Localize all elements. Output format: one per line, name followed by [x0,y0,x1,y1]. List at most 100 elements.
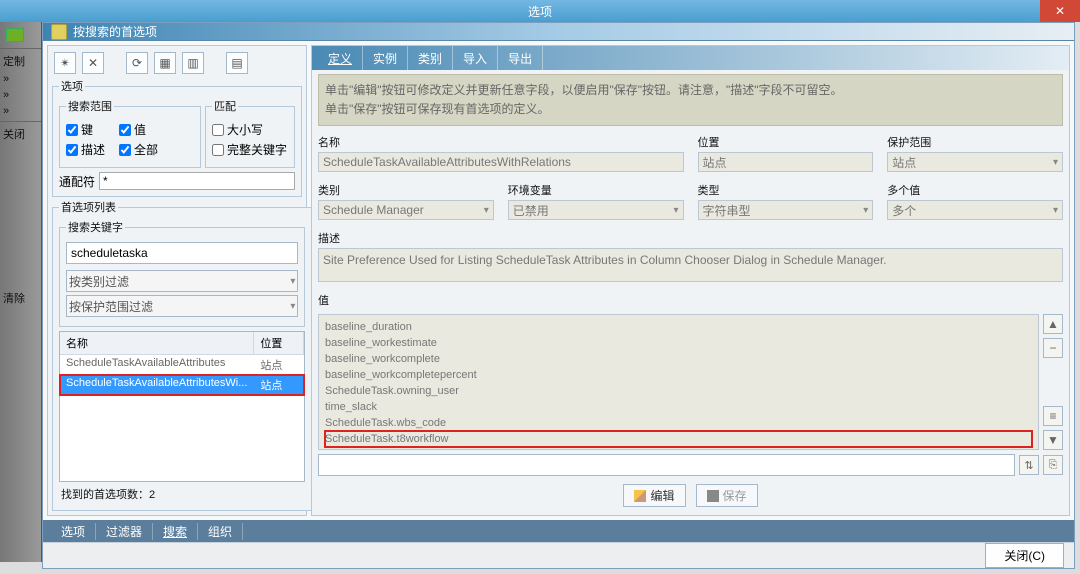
lbl-all: 全部 [134,141,158,158]
info-banner: 单击"编辑"按钮可修改定义并更新任意字段，以便启用"保存"按钮。请注意，"描述"… [318,74,1063,126]
lbl-protect: 保护范围 [887,134,1063,150]
val-down-button[interactable]: ▼ [1043,430,1063,450]
keyword-input[interactable] [66,242,298,264]
th-name[interactable]: 名称 [60,332,254,354]
sidebar-icon[interactable] [6,28,24,42]
th-loc[interactable]: 位置 [254,332,304,354]
edit-button[interactable]: 编辑 [623,484,685,507]
fld-env[interactable]: 已禁用▾ [508,200,684,220]
lbl-desc: 描述 [318,230,1063,246]
filter-category-select[interactable]: 按类别过滤▾ [66,270,298,292]
outer-close-button[interactable]: ✕ [1040,0,1080,22]
val-sort-button[interactable]: ⇅ [1019,455,1039,475]
value-add-input[interactable] [318,454,1015,476]
scope-legend: 搜索范围 [66,98,114,114]
keyword-legend: 搜索关键字 [66,219,125,235]
chk-desc[interactable] [66,144,78,156]
list-item[interactable]: baseline_workcomplete [325,351,1032,367]
tab-instance[interactable]: 实例 [363,46,408,70]
chevron-down-icon: ▾ [1053,157,1058,168]
sidebar-arrow2[interactable]: » [3,89,38,101]
wildcard-input[interactable] [99,172,295,190]
sidebar-custom[interactable]: 定制 [3,53,38,69]
fld-multi[interactable]: 多个▾ [887,200,1063,220]
lbl-type: 类型 [698,182,874,198]
val-remove-button[interactable]: − [1043,338,1063,358]
pref-table-head: 名称 位置 [60,332,304,355]
app-sidebar: 定制 » » » 关闭 清除 [0,22,42,562]
pref-table: 名称 位置 ScheduleTaskAvailableAttributes 站点… [59,331,305,482]
tab-definition[interactable]: 定义 [318,46,363,70]
filter-scope-select[interactable]: 按保护范围过滤▾ [66,295,298,317]
tb-grid1-icon[interactable]: ▦ [154,52,176,74]
tb-new-icon[interactable]: ✴ [54,52,76,74]
tb-delete-icon[interactable]: ✕ [82,52,104,74]
lbl-loc: 位置 [698,134,874,150]
tab-export[interactable]: 导出 [498,46,543,70]
options-dialog: 按搜索的首选项 ✴ ✕ ⟳ ▦ ▥ ▤ [42,22,1075,569]
dialog-icon [51,24,67,40]
btab-filter[interactable]: 过滤器 [96,523,153,540]
lbl-case: 大小写 [227,121,263,138]
left-toolbar: ✴ ✕ ⟳ ▦ ▥ ▤ [52,50,302,76]
chk-key[interactable] [66,124,78,136]
tab-import[interactable]: 导入 [453,46,498,70]
lbl-whole: 完整关键字 [227,141,287,158]
chevron-down-icon: ▾ [484,205,489,216]
lbl-multi: 多个值 [887,182,1063,198]
chk-all[interactable] [119,144,131,156]
sidebar-arrow3[interactable]: » [3,105,38,117]
bottom-tabbar: 选项 过滤器 搜索 组织 [43,520,1074,542]
save-button: 保存 [696,484,758,507]
right-panel: 定义 实例 类别 导入 导出 单击"编辑"按钮可修改定义并更新任意字段，以便启用… [311,45,1070,516]
sidebar-clear[interactable]: 清除 [3,290,38,306]
values-listbox[interactable]: baseline_duration baseline_workestimate … [318,314,1039,450]
list-item[interactable]: ScheduleTask.wbs_code [325,415,1032,431]
lbl-name: 名称 [318,134,684,150]
dialog-close-button[interactable]: 关闭(C) [985,543,1064,568]
fld-cat[interactable]: Schedule Manager▾ [318,200,494,220]
val-mid-button[interactable]: ≡ [1043,406,1063,426]
btab-search[interactable]: 搜索 [153,523,198,540]
fld-type[interactable]: 字符串型▾ [698,200,874,220]
list-item[interactable]: ScheduleTask.owning_user [325,383,1032,399]
fld-protect[interactable]: 站点▾ [887,152,1063,172]
sidebar-arrow1[interactable]: » [3,73,38,85]
match-fieldset: 匹配 大小写 完整关键字 [205,98,295,168]
keyword-fieldset: 搜索关键字 按类别过滤▾ 按保护范围过滤▾ [59,219,305,327]
chk-whole[interactable] [212,144,224,156]
match-legend: 匹配 [212,98,238,114]
lbl-value: 值 [134,121,146,138]
list-item[interactable]: ScheduleTask.t8workflow [325,431,1032,447]
left-panel: ✴ ✕ ⟳ ▦ ▥ ▤ 选项 搜索范围 [47,45,307,516]
options-fieldset: 选项 搜索范围 键 描述 值 [52,78,302,197]
btab-options[interactable]: 选项 [51,523,96,540]
list-item[interactable]: baseline_duration [325,319,1032,335]
btab-org[interactable]: 组织 [198,523,243,540]
tb-grid3-icon[interactable]: ▤ [226,52,248,74]
def-tabbar: 定义 实例 类别 导入 导出 [312,46,1069,70]
list-item[interactable]: baseline_workcompletepercent [325,367,1032,383]
fld-loc: 站点 [698,152,874,172]
list-item[interactable]: baseline_workestimate [325,335,1032,351]
val-up-button[interactable]: ▲ [1043,314,1063,334]
tab-category[interactable]: 类别 [408,46,453,70]
val-copy-button[interactable]: ⎘ [1043,455,1063,475]
chevron-down-icon: ▾ [290,276,295,287]
table-row[interactable]: ScheduleTaskAvailableAttributesWi... 站点 [60,375,304,395]
lbl-key: 键 [81,121,93,138]
chk-value[interactable] [119,124,131,136]
fld-name: ScheduleTaskAvailableAttributesWithRelat… [318,152,684,172]
chevron-down-icon: ▾ [863,205,868,216]
list-item[interactable]: time_slack [325,399,1032,415]
lbl-desc: 描述 [81,141,105,158]
options-legend: 选项 [59,78,85,94]
table-row[interactable]: ScheduleTaskAvailableAttributes 站点 [60,355,304,375]
dialog-titlebar: 按搜索的首选项 [43,23,1074,41]
tb-refresh-icon[interactable]: ⟳ [126,52,148,74]
chk-case[interactable] [212,124,224,136]
sidebar-close[interactable]: 关闭 [3,126,38,142]
wildcard-label: 通配符 [59,173,95,190]
tb-grid2-icon[interactable]: ▥ [182,52,204,74]
preflist-fieldset: 首选项列表 搜索关键字 按类别过滤▾ 按保护范围过滤▾ 名称 位置 [52,199,312,511]
